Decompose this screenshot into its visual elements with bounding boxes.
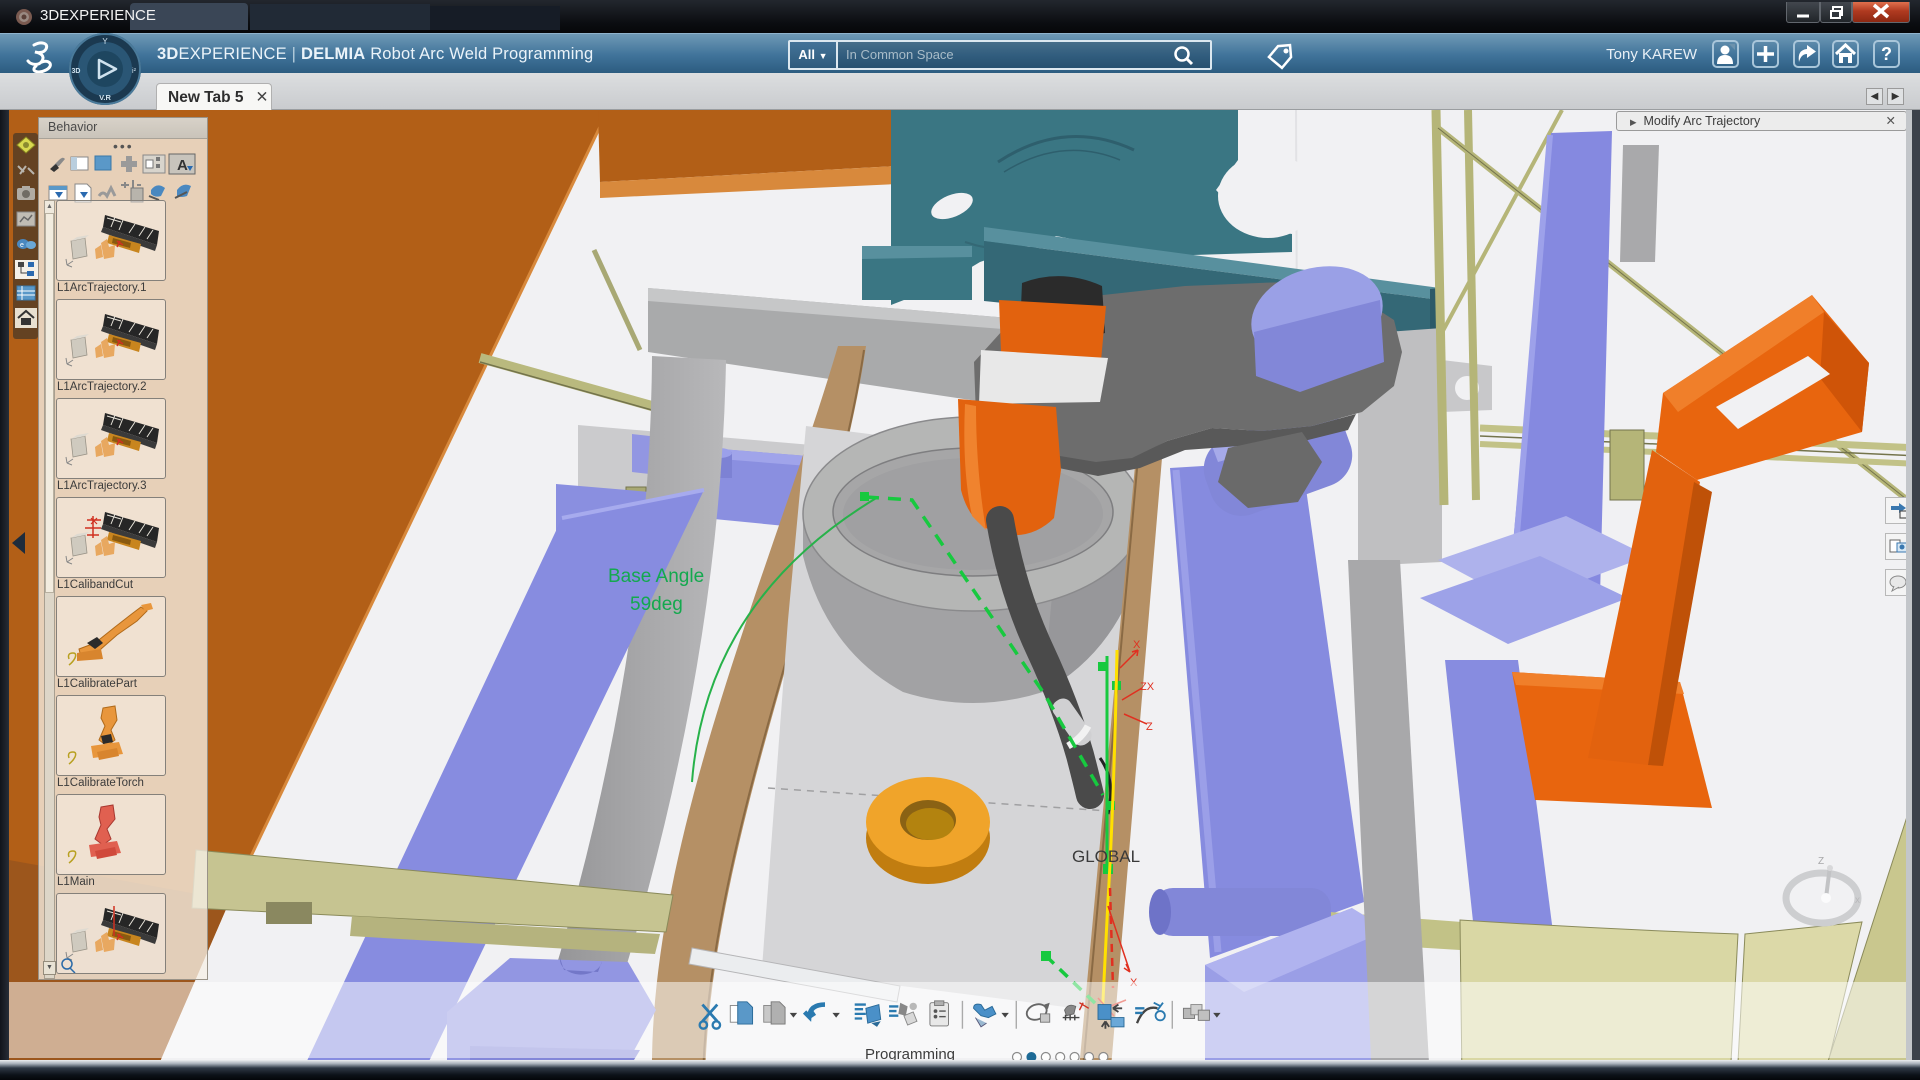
svg-text:?: ?: [1881, 44, 1892, 64]
svg-text:V.R: V.R: [99, 93, 111, 102]
svg-text:A: A: [177, 157, 188, 174]
svg-text:Base Angle: Base Angle: [608, 566, 704, 587]
svg-text:Y: Y: [102, 37, 108, 46]
svg-text:GLOBAL: GLOBAL: [1072, 847, 1140, 866]
svg-text:e: e: [20, 242, 24, 249]
svg-text:Z: Z: [1146, 721, 1153, 733]
svg-text:ZX: ZX: [1140, 681, 1155, 693]
svg-text:3D: 3D: [72, 68, 81, 75]
svg-text:i²: i²: [132, 68, 137, 75]
svg-text:Z: Z: [1818, 856, 1824, 867]
svg-text:59deg: 59deg: [630, 594, 683, 615]
svg-text:X: X: [1133, 639, 1141, 651]
svg-text:x: x: [1855, 895, 1860, 906]
